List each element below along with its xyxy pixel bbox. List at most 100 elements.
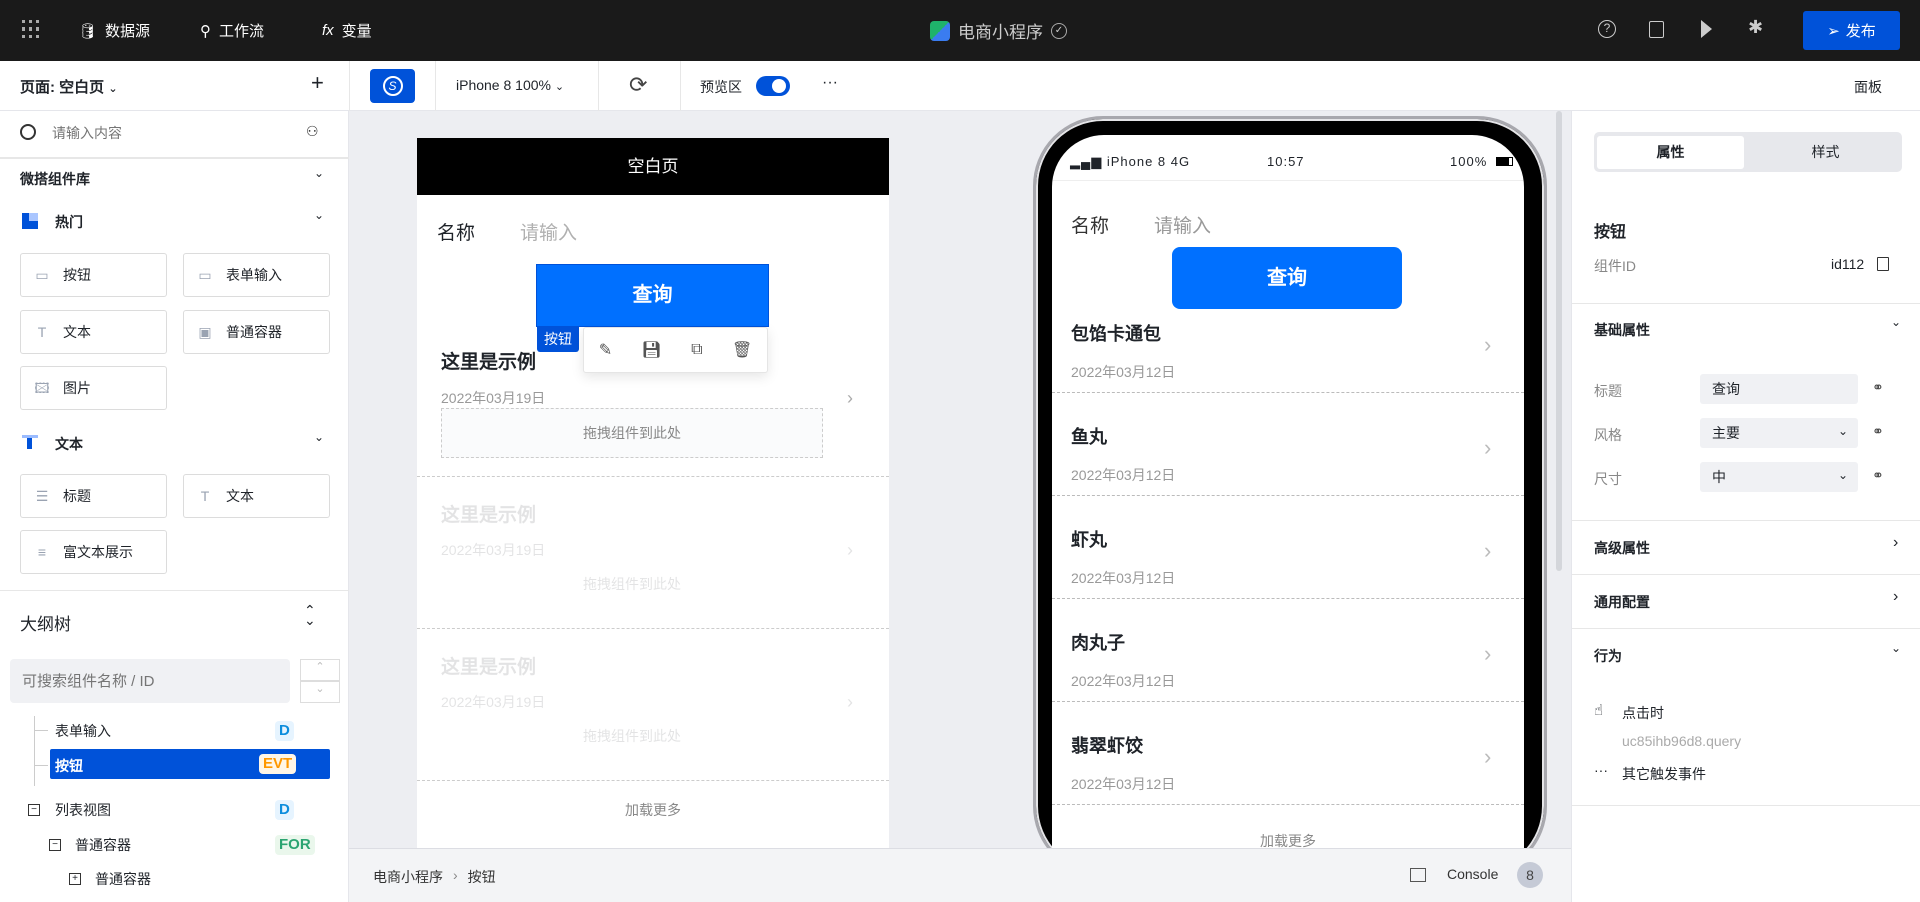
publish-button[interactable]: ➢ 发布 [1803, 11, 1900, 50]
chevron-down-icon[interactable]: ⌄ [1891, 641, 1901, 655]
field-input[interactable]: 请输入 [1154, 211, 1211, 238]
app-logo-icon [930, 20, 950, 41]
tree-badge: D [275, 721, 294, 741]
chevron-right-icon[interactable]: › [1893, 588, 1898, 606]
prop-field[interactable]: 中 ⌄ [1700, 462, 1858, 492]
toolbar: 页面: 空白页 ⌄ + S iPhone 8 100% ⌄ ⟳ 预览区 ··· … [0, 61, 1920, 111]
device-selector[interactable]: iPhone 8 100% ⌄ [456, 77, 564, 93]
chevron-right-icon: › [453, 867, 458, 883]
save-icon[interactable] [1649, 21, 1664, 38]
component-card-text[interactable]: T 文本 [20, 310, 167, 354]
panel-button[interactable]: 面板 [1854, 77, 1882, 97]
richtext-component-icon: ≡ [37, 544, 47, 560]
expand-collapse-icon[interactable]: ⌃ ⌄ [304, 603, 316, 627]
query-button[interactable]: 查询 [1172, 247, 1402, 309]
breadcrumb-component[interactable]: 按钮 [468, 867, 496, 887]
canvas-scrollbar[interactable] [1556, 111, 1562, 571]
button-component-icon: ▭ [35, 267, 49, 283]
text-component-icon: T [200, 488, 210, 504]
drop-zone[interactable]: 拖拽组件到此处 [441, 408, 823, 458]
prop-field[interactable]: 查询 [1700, 374, 1858, 404]
load-more-button[interactable]: 加载更多 [1052, 831, 1524, 848]
click-cursor-icon: ☝ [1594, 702, 1604, 719]
console-button[interactable]: Console [1447, 866, 1498, 882]
play-icon[interactable] [1701, 20, 1712, 38]
chevron-right-icon: › [847, 388, 853, 408]
component-card-text[interactable]: T 文本 [183, 474, 330, 518]
tree-node-form-input[interactable]: 表单输入 [55, 721, 111, 741]
save-icon[interactable]: 💾︎ [641, 340, 661, 360]
component-search-input[interactable] [52, 119, 292, 147]
chevron-right-icon[interactable]: › [1893, 534, 1898, 552]
canvas: 空白页 名称 请输入 查询 按钮 ✎ 💾︎ ⧉ 🗑︎ 这里是示例 2022年03月19… [349, 111, 1571, 848]
component-card-image[interactable]: 🖾 图片 [20, 366, 167, 410]
copy-icon[interactable]: ⧉ [691, 341, 702, 359]
event-click[interactable]: 点击时 [1622, 703, 1664, 723]
tab-properties[interactable]: 属性 [1597, 136, 1744, 169]
refresh-icon[interactable]: ⟳ [629, 72, 647, 98]
add-page-icon[interactable]: + [311, 70, 324, 96]
bind-link-icon[interactable]: ⚭ [1872, 467, 1884, 484]
chevron-right-icon: › [1484, 332, 1492, 357]
help-icon[interactable]: ? [1598, 20, 1616, 38]
expand-icon[interactable]: + [69, 873, 81, 885]
tree-node-container[interactable]: 普通容器 [75, 835, 131, 855]
preview-toggle[interactable] [756, 76, 790, 96]
chevron-down-icon[interactable]: ⌄ [1891, 315, 1901, 329]
section-basic-props[interactable]: 基础属性 [1594, 320, 1650, 340]
debug-bug-icon[interactable]: ✱ [1748, 17, 1763, 38]
prop-field[interactable]: 主要 ⌄ [1700, 418, 1858, 448]
collapse-icon[interactable]: − [49, 839, 61, 851]
preview-label: 预览区 [700, 79, 742, 95]
more-menu-icon[interactable]: ··· [822, 74, 838, 92]
item-title: 鱼丸 [1071, 427, 1107, 447]
component-card-richtext[interactable]: ≡ 富文本展示 [20, 530, 167, 574]
drop-zone[interactable]: 拖拽组件到此处 [441, 712, 823, 762]
nav-workflow[interactable]: ⚲ 工作流 [200, 20, 264, 41]
tree-node-container[interactable]: 普通容器 [95, 869, 151, 889]
bind-link-icon[interactable]: ⚭ [1872, 379, 1884, 396]
image-component-icon: 🖾 [34, 380, 50, 396]
page-selector[interactable]: 页面: 空白页 ⌄ [20, 76, 118, 97]
breadcrumb-app[interactable]: 电商小程序 [373, 867, 443, 887]
apps-grid-icon[interactable] [22, 20, 40, 38]
delete-trash-icon[interactable]: 🗑︎ [732, 340, 752, 360]
component-card-heading[interactable]: ☰ 标题 [20, 474, 167, 518]
breadcrumb: 电商小程序 › 按钮 [373, 867, 496, 887]
next-match-button[interactable]: ⌄ [300, 681, 340, 703]
component-card-container[interactable]: ▣ 普通容器 [183, 310, 330, 354]
component-filter-icon[interactable]: ⚇ [306, 123, 319, 140]
bind-link-icon[interactable]: ⚭ [1872, 423, 1884, 440]
nav-variables[interactable]: fx 变量 [322, 20, 372, 41]
event-action[interactable]: uc85ihb96d8.query [1622, 733, 1741, 749]
tab-styles[interactable]: 样式 [1752, 136, 1899, 169]
miniprogram-mode-button[interactable]: S [370, 69, 415, 103]
query-button-selected[interactable]: 查询 [536, 264, 769, 327]
container-component-icon: ▣ [198, 324, 212, 340]
section-behavior[interactable]: 行为 [1594, 646, 1622, 666]
tree-node-list-view[interactable]: 列表视图 [55, 800, 111, 820]
edit-pencil-icon[interactable]: ✎ [599, 340, 612, 360]
console-panel-icon[interactable] [1410, 868, 1426, 882]
tree-badge: EVT [259, 754, 297, 774]
component-card-button[interactable]: ▭ 按钮 [20, 253, 167, 297]
other-events-button[interactable]: 其它触发事件 [1622, 764, 1706, 784]
section-advanced-props[interactable]: 高级属性 [1594, 538, 1650, 558]
chevron-down-icon[interactable]: ⌄ [314, 166, 324, 180]
copy-icon[interactable] [1877, 257, 1889, 271]
chevron-down-icon[interactable]: ⌄ [314, 208, 324, 222]
drop-zone[interactable]: 拖拽组件到此处 [441, 560, 823, 610]
chevron-right-icon: › [1484, 435, 1492, 460]
chevron-down-icon[interactable]: ⌄ [314, 430, 324, 444]
item-date: 2022年03月12日 [1071, 776, 1176, 792]
item-date: 2022年03月12日 [1071, 570, 1176, 586]
section-common-config[interactable]: 通用配置 [1594, 592, 1650, 612]
outline-search-input[interactable] [10, 659, 290, 703]
load-more-button[interactable]: 加载更多 [417, 800, 889, 820]
prev-match-button[interactable]: ⌃ [300, 659, 340, 681]
component-card-form-input[interactable]: ▭ 表单输入 [183, 253, 330, 297]
field-input[interactable]: 请输入 [520, 218, 577, 245]
nav-datasource[interactable]: 🛢 数据源 [78, 20, 150, 41]
tree-node-button-selected[interactable]: 按钮 EVT [50, 749, 330, 779]
collapse-icon[interactable]: − [28, 804, 40, 816]
